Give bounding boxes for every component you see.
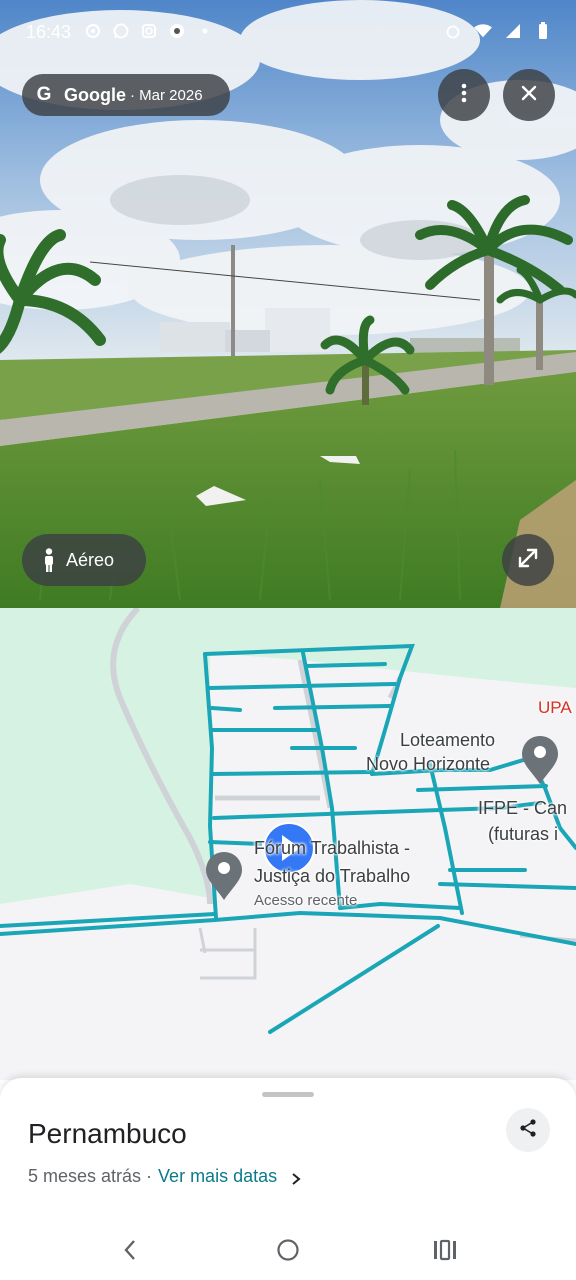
imagery-age-row: 5 meses atrás · Ver mais datas	[28, 1166, 303, 1187]
more-vert-icon	[461, 83, 467, 108]
alarm-icon	[444, 22, 462, 40]
google-g-icon: G	[36, 84, 52, 105]
status-bar: 16:43	[0, 0, 576, 68]
map-label-ifpe-1[interactable]: IFPE - Can	[478, 798, 567, 819]
imagery-date: · Mar 2026	[130, 86, 203, 104]
drag-handle[interactable]	[262, 1092, 314, 1097]
close-button[interactable]	[503, 69, 555, 121]
more-options-button[interactable]	[438, 69, 490, 121]
status-time: 16:43	[26, 22, 72, 42]
imagery-age: 5 meses atrás ·	[28, 1166, 153, 1186]
place-title: Pernambuco	[28, 1118, 187, 1149]
coverage-map[interactable]: UPA Loteamento Novo Horizonte IFPE - Can…	[0, 608, 576, 1080]
expand-button[interactable]	[502, 534, 554, 586]
system-nav-bar	[0, 1220, 576, 1280]
recents-icon	[433, 1239, 457, 1266]
back-icon	[122, 1239, 138, 1266]
aerial-view-button[interactable]: Aéreo	[22, 534, 146, 586]
map-label-upa[interactable]: UPA	[538, 698, 572, 718]
expand-icon	[516, 546, 540, 575]
map-label-forum-1[interactable]: Fórum Trabalhista -	[254, 838, 410, 859]
map-label-forum-2[interactable]: Justiça do Trabalho	[254, 866, 410, 887]
map-label-loteamento-1[interactable]: Loteamento	[400, 730, 495, 751]
share-button[interactable]	[506, 1108, 550, 1152]
dot-icon	[196, 22, 214, 40]
nav-home-button[interactable]	[270, 1234, 306, 1270]
close-icon	[521, 85, 537, 106]
map-label-ifpe-2[interactable]: (futuras i	[488, 824, 558, 845]
app-icon	[168, 22, 186, 40]
person-icon	[42, 548, 56, 572]
nav-recents-button[interactable]	[427, 1234, 463, 1270]
instagram-icon	[140, 22, 158, 40]
imagery-attribution-chip[interactable]: G Google · Mar 2026	[22, 74, 230, 116]
more-dates-link[interactable]: Ver mais datas	[158, 1166, 277, 1187]
home-icon	[276, 1238, 300, 1267]
map-label-loteamento-2[interactable]: Novo Horizonte	[366, 754, 490, 775]
nav-back-button[interactable]	[112, 1234, 148, 1270]
wifi-icon	[474, 22, 492, 40]
signal-icon	[504, 22, 522, 40]
status-right-icons	[444, 22, 552, 40]
map-label-forum-recent: Acesso recente	[254, 892, 358, 909]
share-icon	[518, 1118, 538, 1143]
battery-icon	[534, 22, 552, 40]
pin-loteamento[interactable]	[522, 736, 558, 784]
aerial-view-label: Aéreo	[66, 549, 115, 570]
chevron-right-icon[interactable]	[289, 1170, 303, 1185]
location-icon	[84, 22, 102, 40]
whatsapp-icon	[112, 22, 130, 40]
status-left-icons	[84, 22, 214, 40]
imagery-brand: Google	[64, 84, 126, 105]
